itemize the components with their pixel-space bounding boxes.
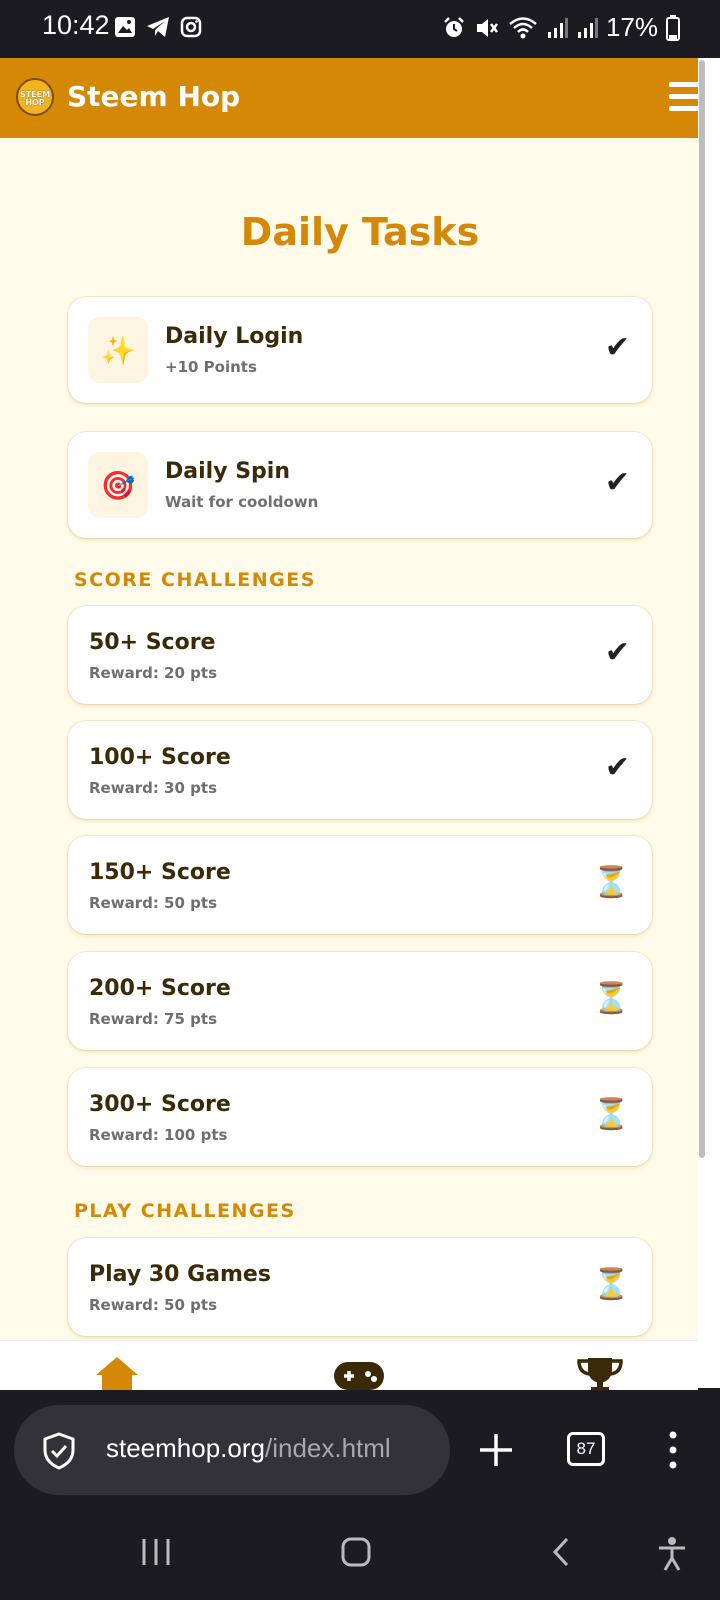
target-icon: 🎯 xyxy=(88,452,148,518)
browser-toolbar: steemhop.org/index.html 87 xyxy=(0,1390,720,1514)
challenge-reward: Reward: 20 pts xyxy=(89,664,217,682)
new-tab-plus-icon[interactable] xyxy=(478,1432,514,1468)
checkmark-icon: ✔ xyxy=(604,465,630,500)
checkmark-icon: ✔ xyxy=(604,330,630,365)
challenge-title: 50+ Score xyxy=(89,630,216,655)
url-path: /index.html xyxy=(264,1433,391,1463)
play-challenges-heading: PLAY CHALLENGES xyxy=(74,1200,296,1222)
wifi-icon xyxy=(509,16,537,38)
steem-hop-logo[interactable]: STEEM HOP xyxy=(16,78,54,116)
challenge-reward: Reward: 30 pts xyxy=(89,779,217,797)
task-subtitle: Wait for cooldown xyxy=(165,493,319,511)
battery-icon xyxy=(666,14,680,41)
status-right-icons: 17% xyxy=(442,12,680,43)
page-scrollbar-thumb[interactable] xyxy=(699,60,705,1158)
bottom-nav xyxy=(0,1340,698,1391)
challenge-reward: Reward: 75 pts xyxy=(89,1010,217,1028)
checkmark-icon: ✔ xyxy=(604,750,630,785)
challenge-card[interactable]: 150+ Score Reward: 50 pts ⏳ xyxy=(68,836,652,934)
signal-icon xyxy=(577,17,598,38)
instagram-icon xyxy=(180,16,202,38)
sparkles-icon: ✨ xyxy=(88,317,148,383)
back-icon[interactable] xyxy=(549,1536,573,1568)
logo-text: STEEM HOP xyxy=(19,90,51,107)
status-bar: 10:42 17% xyxy=(0,0,720,58)
telegram-icon xyxy=(147,17,169,37)
shield-icon[interactable] xyxy=(42,1432,76,1470)
address-bar[interactable]: steemhop.org/index.html xyxy=(14,1405,450,1495)
hourglass-icon: ⏳ xyxy=(592,865,630,900)
hourglass-icon: ⏳ xyxy=(592,981,630,1016)
challenge-reward: Reward: 50 pts xyxy=(89,894,217,912)
system-nav-bar xyxy=(0,1514,720,1600)
challenge-card[interactable]: 100+ Score Reward: 30 pts ✔ xyxy=(68,721,652,819)
challenge-title: 100+ Score xyxy=(89,745,231,770)
task-card-daily-login[interactable]: ✨ Daily Login +10 Points ✔ xyxy=(68,297,652,403)
challenge-card[interactable]: 300+ Score Reward: 100 pts ⏳ xyxy=(68,1068,652,1166)
challenge-title: 300+ Score xyxy=(89,1092,231,1117)
more-options-icon[interactable] xyxy=(668,1431,678,1469)
accessibility-icon[interactable] xyxy=(656,1536,688,1572)
main-content: Daily Tasks ✨ Daily Login +10 Points ✔ 🎯… xyxy=(0,138,698,1388)
hourglass-icon: ⏳ xyxy=(592,1097,630,1132)
url-text[interactable]: steemhop.org/index.html xyxy=(106,1433,391,1464)
challenge-title: 200+ Score xyxy=(89,976,231,1001)
task-card-daily-spin[interactable]: 🎯 Daily Spin Wait for cooldown ✔ xyxy=(68,432,652,538)
tabs-button[interactable]: 87 xyxy=(567,1432,605,1466)
gallery-icon xyxy=(115,17,135,37)
checkmark-icon: ✔ xyxy=(604,635,630,670)
hamburger-icon[interactable] xyxy=(669,82,699,114)
challenge-card[interactable]: Play 30 Games Reward: 50 pts ⏳ xyxy=(68,1238,652,1336)
challenge-card[interactable]: 200+ Score Reward: 75 pts ⏳ xyxy=(68,952,652,1050)
alarm-icon xyxy=(444,16,464,37)
signal-icon xyxy=(547,17,568,38)
home-button-icon[interactable] xyxy=(340,1536,372,1568)
task-subtitle: +10 Points xyxy=(165,358,257,376)
challenge-card[interactable]: 50+ Score Reward: 20 pts ✔ xyxy=(68,606,652,704)
battery-percent: 17% xyxy=(605,12,658,42)
challenge-reward: Reward: 50 pts xyxy=(89,1296,217,1314)
url-host: steemhop.org xyxy=(106,1433,265,1463)
task-title: Daily Spin xyxy=(165,459,290,484)
page-title: Daily Tasks xyxy=(240,210,480,254)
status-notification-icons xyxy=(114,16,202,38)
challenge-title: Play 30 Games xyxy=(89,1262,271,1287)
app-title[interactable]: Steem Hop xyxy=(67,80,240,113)
task-title: Daily Login xyxy=(165,324,304,349)
mute-icon xyxy=(476,18,498,37)
status-time: 10:42 xyxy=(42,10,110,40)
app-header: STEEM HOP Steem Hop xyxy=(0,58,699,138)
score-challenges-heading: SCORE CHALLENGES xyxy=(74,569,316,591)
hourglass-icon: ⏳ xyxy=(592,1267,630,1302)
recent-apps-icon[interactable] xyxy=(140,1536,172,1568)
challenge-title: 150+ Score xyxy=(89,860,231,885)
home-icon[interactable] xyxy=(94,1355,140,1395)
challenge-reward: Reward: 100 pts xyxy=(89,1126,228,1144)
